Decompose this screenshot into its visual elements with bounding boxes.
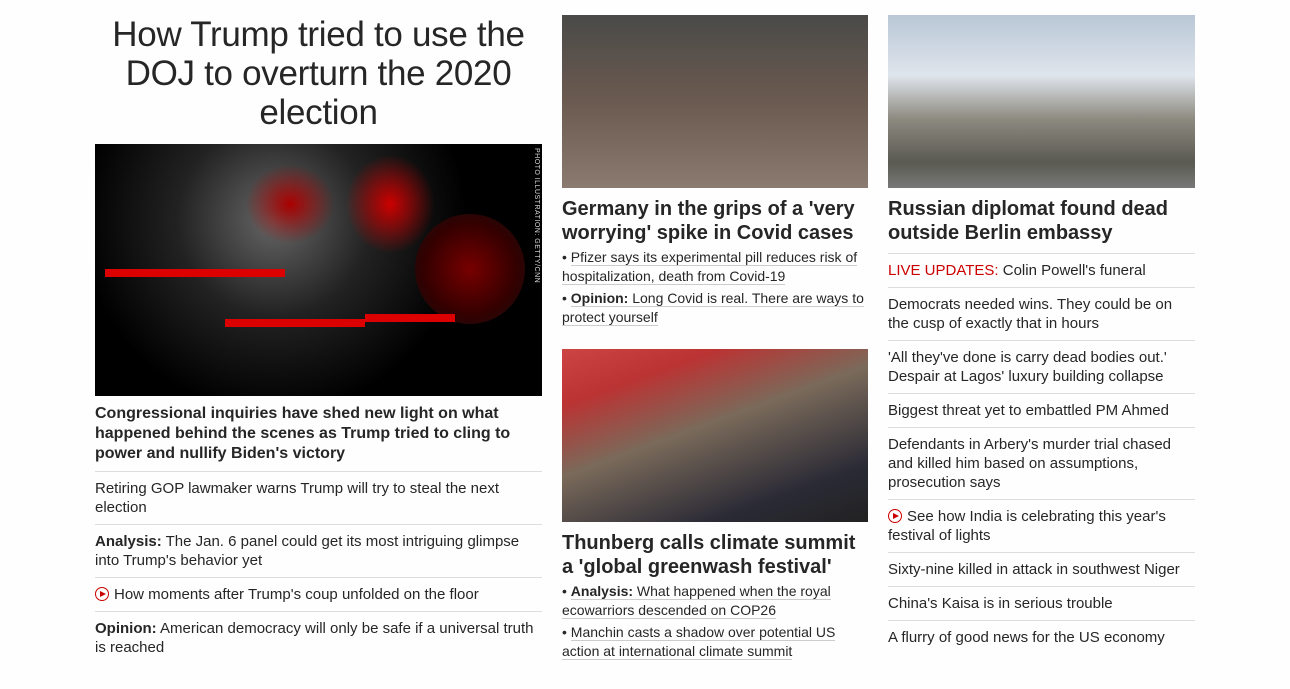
play-icon (95, 587, 109, 601)
germany-covid-image[interactable] (562, 15, 868, 188)
item-text: Colin Powell's funeral (998, 262, 1146, 279)
sub-link[interactable]: • Pfizer says its experimental pill redu… (562, 248, 868, 286)
item-text: 'All they've done is carry dead bodies o… (888, 349, 1167, 385)
list-item[interactable]: A flurry of good news for the US economy (888, 621, 1195, 654)
item-text: Retiring GOP lawmaker warns Trump will t… (95, 480, 500, 516)
climate-protest-image[interactable] (562, 349, 868, 522)
list-item[interactable]: See how India is celebrating this year's… (888, 500, 1195, 553)
list-item[interactable]: China's Kaisa is in serious trouble (888, 587, 1195, 621)
item-text: American democracy will only be safe if … (95, 620, 534, 656)
third-column: Russian diplomat found dead outside Berl… (888, 0, 1195, 654)
item-label: Analysis: (95, 533, 162, 550)
sub-link[interactable]: • Analysis: What happened when the royal… (562, 582, 868, 620)
berlin-embassy-image[interactable] (888, 15, 1195, 188)
germany-headline[interactable]: Germany in the grips of a 'very worrying… (562, 197, 868, 245)
item-text: Defendants in Arbery's murder trial chas… (888, 436, 1172, 491)
live-updates-label: LIVE UPDATES: (888, 262, 999, 279)
berlin-headline[interactable]: Russian diplomat found dead outside Berl… (888, 197, 1195, 245)
list-item[interactable]: Opinion: American democracy will only be… (95, 612, 542, 664)
item-label: Opinion: (95, 620, 157, 637)
sub-text: Pfizer says its experimental pill reduce… (562, 249, 858, 285)
list-item[interactable]: 'All they've done is carry dead bodies o… (888, 341, 1195, 394)
play-icon (888, 509, 902, 523)
item-text: How moments after Trump's coup unfolded … (114, 586, 479, 603)
list-item[interactable]: Defendants in Arbery's murder trial chas… (888, 428, 1195, 500)
list-item[interactable]: Biggest threat yet to embattled PM Ahmed (888, 394, 1195, 428)
top-headline[interactable]: How Trump tried to use the DOJ to overtu… (95, 15, 542, 132)
sub-label: Opinion: (570, 290, 629, 306)
sub-label: Analysis: (570, 583, 634, 599)
sub-link[interactable]: • Manchin casts a shadow over potential … (562, 623, 868, 661)
list-item[interactable]: Democrats needed wins. They could be on … (888, 288, 1195, 341)
top-story-column: How Trump tried to use the DOJ to overtu… (95, 0, 542, 664)
list-item[interactable]: Analysis: The Jan. 6 panel could get its… (95, 525, 542, 578)
second-column: Germany in the grips of a 'very worrying… (562, 0, 868, 661)
lead-summary[interactable]: Congressional inquiries have shed new li… (95, 404, 542, 472)
list-item[interactable]: LIVE UPDATES: Colin Powell's funeral (888, 254, 1195, 288)
sub-text: Manchin casts a shadow over potential US… (562, 624, 836, 660)
photo-credit: PHOTO ILLUSTRATION: GETTY/CNN (533, 148, 540, 284)
list-item[interactable]: How moments after Trump's coup unfolded … (95, 578, 542, 612)
item-text: China's Kaisa is in serious trouble (888, 595, 1113, 612)
thunberg-headline[interactable]: Thunberg calls climate summit a 'global … (562, 531, 868, 579)
list-item[interactable]: Sixty-nine killed in attack in southwest… (888, 553, 1195, 587)
trump-doj-image[interactable]: PHOTO ILLUSTRATION: GETTY/CNN (95, 144, 542, 396)
list-item[interactable]: Retiring GOP lawmaker warns Trump will t… (95, 472, 542, 525)
item-text: Biggest threat yet to embattled PM Ahmed (888, 402, 1169, 419)
item-text: Democrats needed wins. They could be on … (888, 296, 1173, 332)
item-text: A flurry of good news for the US economy (888, 629, 1165, 646)
sub-link[interactable]: • Opinion: Long Covid is real. There are… (562, 289, 868, 327)
item-text: See how India is celebrating this year's… (888, 508, 1166, 544)
doj-seal (415, 214, 525, 324)
item-text: Sixty-nine killed in attack in southwest… (888, 561, 1180, 578)
